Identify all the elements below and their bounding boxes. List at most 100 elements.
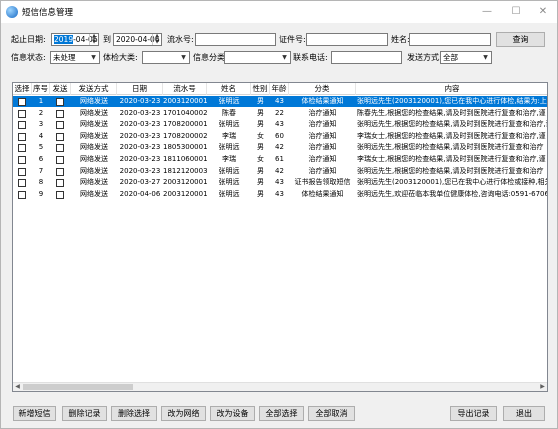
header-category[interactable]: 分类 (289, 83, 356, 95)
row-select-checkbox[interactable] (18, 98, 26, 106)
cell-cat: 治疗通知 (308, 120, 337, 129)
info-category-select[interactable]: ▼ (224, 51, 291, 64)
cell-serial: 1708200002 (163, 131, 207, 140)
row-select-checkbox[interactable] (18, 121, 26, 130)
add-sms-button[interactable]: 新增短信 (13, 406, 56, 421)
cell-content: 张明远先生,根据您的检查结果,请及时到医院进行复查和治疗,谨 (357, 120, 548, 129)
table-row[interactable]: 6 网络发送 2020-03-23 1811060001 李瑞 女 61 治疗通知 李瑞女士,根… (13, 154, 547, 165)
name-input[interactable] (409, 33, 491, 46)
cell-cat: 体检结果通知 (301, 189, 344, 198)
start-date-spinner[interactable]: ▲ ▼ (89, 34, 98, 45)
row-select-checkbox[interactable] (18, 132, 26, 141)
cell-sex: 男 (257, 178, 264, 187)
scroll-left-icon[interactable]: ◀ (13, 383, 22, 391)
header-select[interactable]: 选择 (13, 83, 32, 95)
row-send-checkbox[interactable] (56, 190, 64, 199)
minimize-button[interactable]: — (473, 3, 501, 21)
header-send[interactable]: 发送 (50, 83, 71, 95)
cell-cat: 体检结果通知 (301, 97, 344, 105)
row-send-checkbox[interactable] (56, 144, 64, 153)
cell-seq: 1 (38, 97, 44, 105)
serial-input[interactable] (195, 33, 276, 46)
table-row[interactable]: 4 网络发送 2020-03-23 1708200002 李瑞 女 60 治疗通知 李瑞女士,根… (13, 131, 547, 142)
end-date-spinner[interactable]: ▲ ▼ (152, 34, 161, 45)
cell-sex: 男 (257, 166, 264, 175)
table-row[interactable]: 8 网络发送 2020-03-27 2003120001 张明远 男 43 证书报告领取短信张… (13, 177, 547, 188)
table-row[interactable]: 5 网络发送 2020-03-23 1805300001 张明远 男 42 治疗通知 张明远先生… (13, 142, 547, 153)
header-send-method[interactable]: 发送方式 (71, 83, 117, 95)
to-device-button[interactable]: 改为设备 (210, 406, 255, 421)
exit-button[interactable]: 退出 (503, 406, 545, 421)
phone-input[interactable] (331, 51, 402, 64)
header-content[interactable]: 内容 (356, 83, 547, 95)
scroll-right-icon[interactable]: ▶ (538, 383, 547, 391)
cell-name: 张明远 (218, 97, 240, 105)
cell-name: 张明远 (218, 178, 240, 187)
status-select[interactable]: 未处理 ▼ (50, 51, 100, 64)
row-select-checkbox[interactable] (18, 179, 26, 188)
close-button[interactable]: ✕ (529, 3, 557, 21)
row-select-checkbox[interactable] (18, 190, 26, 199)
row-send-checkbox[interactable] (56, 156, 64, 164)
chevron-down-icon: ▼ (483, 54, 488, 61)
cell-name: 张明远 (218, 143, 240, 152)
name-label: 姓名: (391, 35, 410, 44)
delete-selected-button[interactable]: 删除选择 (111, 406, 157, 421)
header-age[interactable]: 年龄 (270, 83, 289, 95)
cell-content: 张明远先生,根据您的检查结果,请及时到医院进行复查和治疗 (357, 143, 544, 152)
cell-method: 网络发送 (80, 189, 108, 198)
cell-name: 陈春 (222, 108, 236, 117)
row-send-checkbox[interactable] (56, 121, 64, 130)
start-date-picker[interactable]: 2019-04-06 ▲ ▼ (51, 33, 99, 46)
header-sex[interactable]: 性别 (251, 83, 270, 95)
cell-method: 网络发送 (80, 97, 108, 105)
table-row[interactable]: 7 网络发送 2020-03-23 1812120003 张明远 男 42 治疗通知 张明远先生… (13, 166, 547, 177)
cell-sex: 男 (257, 108, 264, 117)
row-select-checkbox[interactable] (18, 144, 26, 153)
send-method-label: 发送方式: (407, 53, 442, 62)
to-network-button[interactable]: 改为网络 (161, 406, 206, 421)
row-select-checkbox[interactable] (18, 156, 26, 164)
cell-serial: 1701040002 (163, 108, 207, 117)
row-send-checkbox[interactable] (56, 167, 64, 176)
row-send-checkbox[interactable] (56, 132, 64, 141)
date-range-label: 起止日期: (11, 35, 46, 44)
cell-name: 张明远 (218, 120, 240, 129)
title-bar: 短信信息管理 — ☐ ✕ (1, 1, 557, 23)
horizontal-scrollbar[interactable]: ◀ ▶ (13, 382, 547, 391)
query-button[interactable]: 查询 (496, 32, 545, 47)
maximize-button[interactable]: ☐ (502, 3, 530, 21)
export-records-button[interactable]: 导出记录 (450, 406, 497, 421)
row-send-checkbox[interactable] (56, 98, 64, 106)
chevron-down-icon: ▼ (91, 54, 96, 61)
end-date-picker[interactable]: 2020-04-06 ▲ ▼ (113, 33, 162, 46)
cell-cat: 治疗通知 (308, 166, 337, 175)
cert-input[interactable] (306, 33, 388, 46)
row-select-checkbox[interactable] (18, 167, 26, 176)
table-row[interactable]: 2 网络发送 2020-03-23 1701040002 陈春 男 22 治疗通知 陈春先生,根… (13, 108, 547, 119)
send-method-select[interactable]: 全部 ▼ (440, 51, 492, 64)
row-select-checkbox[interactable] (18, 109, 26, 118)
delete-record-button[interactable]: 删除记录 (62, 406, 107, 421)
scroll-thumb[interactable] (23, 384, 133, 390)
row-send-checkbox[interactable] (56, 179, 64, 188)
cell-seq: 5 (38, 143, 44, 152)
cell-age: 22 (275, 108, 284, 117)
cell-cat: 治疗通知 (308, 155, 337, 163)
header-date[interactable]: 日期 (117, 83, 163, 95)
cell-serial: 2003120001 (163, 178, 207, 187)
select-all-button[interactable]: 全部选择 (259, 406, 304, 421)
header-name[interactable]: 姓名 (207, 83, 251, 95)
cell-seq: 8 (38, 178, 44, 187)
table-row[interactable]: 3 网络发送 2020-03-23 1708200001 张明远 男 43 治疗通知 张明远先生… (13, 119, 547, 130)
cell-sex: 男 (257, 189, 264, 198)
header-serial[interactable]: 流水号 (163, 83, 207, 95)
deselect-all-button[interactable]: 全部取消 (308, 406, 355, 421)
cell-sex: 女 (257, 131, 264, 140)
table-row[interactable]: 1 网络发送 2020-03-23 2003120001 张明远 男 43 体检结果通知 张明远… (13, 96, 547, 107)
row-send-checkbox[interactable] (56, 109, 64, 118)
exam-category-select[interactable]: ▼ (142, 51, 190, 64)
header-seq[interactable]: 序号 (32, 83, 50, 95)
table-row[interactable]: 9 网络发送 2020-04-06 2003120001 张明远 男 43 体检结果通知 张明远… (13, 189, 547, 200)
cell-name: 张明远 (218, 189, 240, 198)
